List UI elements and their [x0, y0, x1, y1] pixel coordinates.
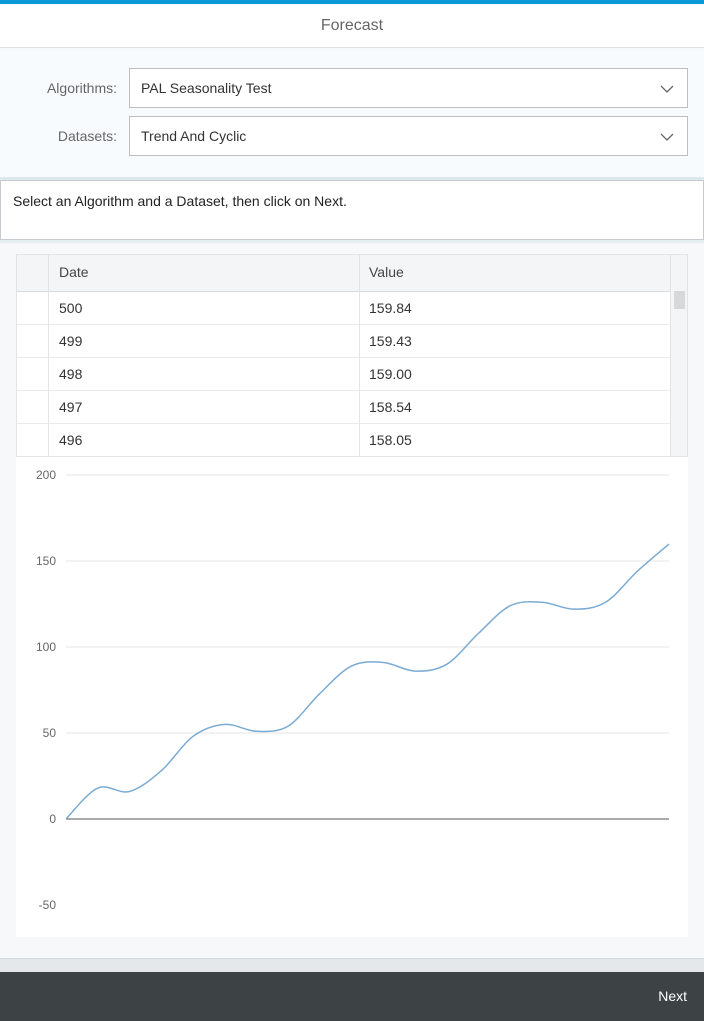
chevron-down-icon[interactable]: [659, 81, 675, 97]
date-cell: 499: [59, 333, 83, 349]
date-cell: 500: [59, 300, 83, 316]
header: Forecast: [0, 4, 704, 48]
scrollbar-thumb[interactable]: [674, 291, 685, 309]
y-tick-label: 200: [36, 468, 56, 482]
date-cell: 497: [59, 399, 83, 415]
table-row[interactable]: 500 159.84: [17, 292, 671, 325]
column-divider: [359, 255, 360, 456]
algorithms-label: Algorithms:: [46, 80, 117, 96]
y-tick-label: 150: [36, 554, 56, 568]
footer-toolbar: Next: [0, 972, 704, 1021]
next-button[interactable]: Next: [641, 972, 704, 1021]
table-row[interactable]: 499 159.43: [17, 325, 671, 358]
y-tick-label: 0: [49, 812, 56, 826]
algorithms-value: PAL Seasonality Test: [141, 80, 272, 96]
column-header-value[interactable]: Value: [369, 255, 404, 289]
datasets-row: Datasets: Trend And Cyclic: [0, 116, 704, 156]
message-strip: Select an Algorithm and a Dataset, then …: [0, 180, 704, 240]
chart-svg: 200 150 100 50 0 -50: [36, 468, 670, 912]
date-cell: 496: [59, 432, 83, 448]
data-table: Date Value 500 159.84 499 159.43 498 159…: [16, 254, 688, 457]
y-tick-label: 50: [43, 726, 57, 740]
table-row[interactable]: 498 159.00: [17, 358, 671, 391]
date-cell: 498: [59, 366, 83, 382]
chevron-down-icon[interactable]: [659, 129, 675, 145]
instruction-text: Select an Algorithm and a Dataset, then …: [13, 193, 347, 209]
y-tick-label: 100: [36, 640, 56, 654]
value-cell: 158.05: [369, 432, 412, 448]
algorithms-select[interactable]: PAL Seasonality Test: [129, 68, 688, 108]
table-header: Date Value: [17, 255, 687, 292]
value-cell: 159.84: [369, 300, 412, 316]
divider: [0, 240, 704, 243]
value-cell: 159.43: [369, 333, 412, 349]
algorithms-row: Algorithms: PAL Seasonality Test: [0, 68, 704, 108]
datasets-label: Datasets:: [57, 128, 117, 144]
column-divider: [48, 255, 49, 456]
selection-form: Algorithms: PAL Seasonality Test Dataset…: [0, 49, 704, 177]
series-line: [65, 543, 670, 820]
column-header-date[interactable]: Date: [59, 255, 89, 289]
datasets-select[interactable]: Trend And Cyclic: [129, 116, 688, 156]
value-cell: 158.54: [369, 399, 412, 415]
page-title: Forecast: [320, 16, 384, 34]
footer-divider: [0, 958, 704, 972]
table-row[interactable]: 496 158.05: [17, 424, 671, 456]
datasets-value: Trend And Cyclic: [141, 128, 247, 144]
y-tick-label: -50: [39, 898, 57, 912]
table-row[interactable]: 497 158.54: [17, 391, 671, 424]
value-cell: 159.00: [369, 366, 412, 382]
line-chart: 200 150 100 50 0 -50: [16, 457, 688, 937]
table-scrollbar[interactable]: [670, 255, 687, 456]
